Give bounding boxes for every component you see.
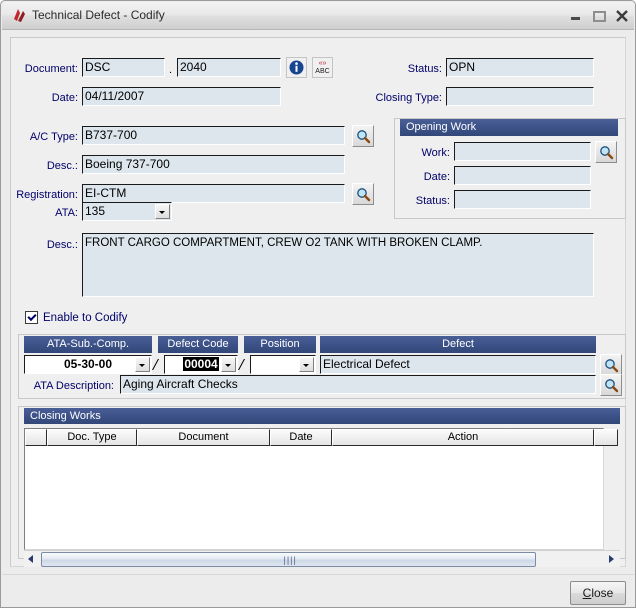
- opening-work-status-input[interactable]: [454, 190, 591, 209]
- registration-label: Registration:: [16, 189, 78, 201]
- ata-description-label: ATA Description:: [33, 380, 114, 392]
- chevron-down-icon[interactable]: [299, 357, 314, 372]
- title-bar: Technical Defect - Codify: [2, 2, 634, 30]
- closing-type-input[interactable]: [446, 87, 594, 106]
- defect-input[interactable]: Electrical Defect: [320, 355, 596, 374]
- opening-work-search-button[interactable]: [595, 141, 617, 163]
- ata-select-value: 135: [85, 204, 106, 218]
- closing-type-label: Closing Type:: [375, 92, 442, 104]
- status-input[interactable]: OPN: [446, 58, 594, 77]
- application-window: Technical Defect - Codify Document: DSC …: [0, 0, 636, 608]
- chevron-down-icon[interactable]: [221, 357, 236, 372]
- grid-header-extra[interactable]: [594, 429, 618, 446]
- chevron-down-icon[interactable]: [135, 357, 150, 372]
- opening-work-title: Opening Work: [400, 119, 618, 136]
- status-label: Status:: [407, 63, 442, 75]
- hscroll-thumb[interactable]: ||||: [41, 552, 536, 567]
- position-select[interactable]: [250, 355, 316, 374]
- scroll-left-icon[interactable]: [24, 551, 39, 566]
- svg-text:«»: «»: [319, 60, 327, 67]
- defect-search-button[interactable]: [600, 354, 622, 376]
- registration-input[interactable]: EI-CTM: [82, 184, 345, 203]
- ata-description-input[interactable]: Aging Aircraft Checks: [120, 375, 596, 394]
- svg-text:ABC: ABC: [315, 68, 329, 75]
- ac-desc-label: Desc.:: [46, 160, 78, 172]
- chevron-down-icon[interactable]: [155, 204, 170, 219]
- info-button[interactable]: [286, 57, 307, 78]
- registration-search-button[interactable]: [352, 183, 374, 205]
- ata-label: ATA:: [55, 207, 78, 219]
- defect-code-value: 00004: [183, 357, 219, 371]
- codify-col-defect-code: Defect Code: [158, 336, 238, 353]
- defect-code-select[interactable]: 00004: [164, 355, 238, 374]
- codify-col-ata-sub-comp: ATA-Sub.-Comp.: [24, 336, 152, 353]
- grid-header-doc-type[interactable]: Doc. Type: [47, 429, 137, 446]
- app-logo-icon: [11, 8, 27, 24]
- close-window-button[interactable]: [613, 8, 631, 24]
- close-button[interactable]: Close: [570, 581, 626, 605]
- close-button-label: lose: [591, 586, 614, 600]
- document-label: Document:: [24, 63, 78, 75]
- minimize-button[interactable]: [566, 8, 584, 24]
- footer-divider: [2, 574, 634, 575]
- scroll-right-icon[interactable]: [604, 551, 619, 566]
- document-prefix-input[interactable]: DSC: [82, 58, 165, 77]
- ac-type-label: A/C Type:: [29, 131, 78, 143]
- enable-to-codify-label: Enable to Codify: [43, 312, 128, 324]
- client-area: Document: DSC . 2040 «» ABC Status: OPN …: [2, 30, 634, 607]
- spellcheck-button[interactable]: «» ABC: [312, 57, 333, 78]
- ata-select[interactable]: 135: [82, 202, 172, 221]
- codify-separator-1: /: [153, 355, 158, 374]
- opening-work-status-label: Status:: [415, 195, 450, 207]
- ac-desc-input[interactable]: Boeing 737-700: [82, 155, 345, 174]
- opening-work-date-label: Date:: [423, 171, 450, 183]
- grid-header-document[interactable]: Document: [137, 429, 270, 446]
- ata-description-search-button[interactable]: [600, 374, 622, 396]
- window-title: Technical Defect - Codify: [32, 8, 165, 22]
- date-input[interactable]: 04/11/2007: [82, 87, 281, 106]
- defect-desc-textarea[interactable]: FRONT CARGO COMPARTMENT, CREW O2 TANK WI…: [82, 233, 594, 297]
- codify-col-position: Position: [244, 336, 316, 353]
- closing-works-hscrollbar[interactable]: ||||: [24, 550, 620, 567]
- grid-corner-header: [25, 429, 47, 446]
- thumb-grip-icon: ||||: [283, 555, 297, 565]
- grid-header-date[interactable]: Date: [270, 429, 332, 446]
- codify-separator-2: /: [239, 355, 244, 374]
- document-number-input[interactable]: 2040: [177, 58, 281, 77]
- codify-col-defect: Defect: [320, 336, 596, 353]
- opening-work-work-input[interactable]: [454, 142, 591, 161]
- ata-sub-comp-value: 05-30-00: [63, 357, 113, 371]
- enable-to-codify-checkbox[interactable]: [25, 311, 38, 324]
- closing-works-title: Closing Works: [24, 408, 620, 424]
- opening-work-work-label: Work:: [421, 147, 450, 159]
- grid-header-action[interactable]: Action: [332, 429, 594, 446]
- ata-sub-comp-select[interactable]: 05-30-00: [24, 355, 152, 374]
- maximize-button[interactable]: [590, 8, 608, 24]
- date-label: Date:: [51, 92, 78, 104]
- closing-works-grid[interactable]: Doc. Type Document Date Action: [24, 428, 618, 550]
- ac-type-search-button[interactable]: [352, 125, 374, 147]
- defect-desc-label: Desc.:: [46, 239, 78, 251]
- opening-work-date-input[interactable]: [454, 166, 591, 185]
- ac-type-input[interactable]: B737-700: [82, 126, 345, 145]
- document-separator: .: [169, 64, 173, 76]
